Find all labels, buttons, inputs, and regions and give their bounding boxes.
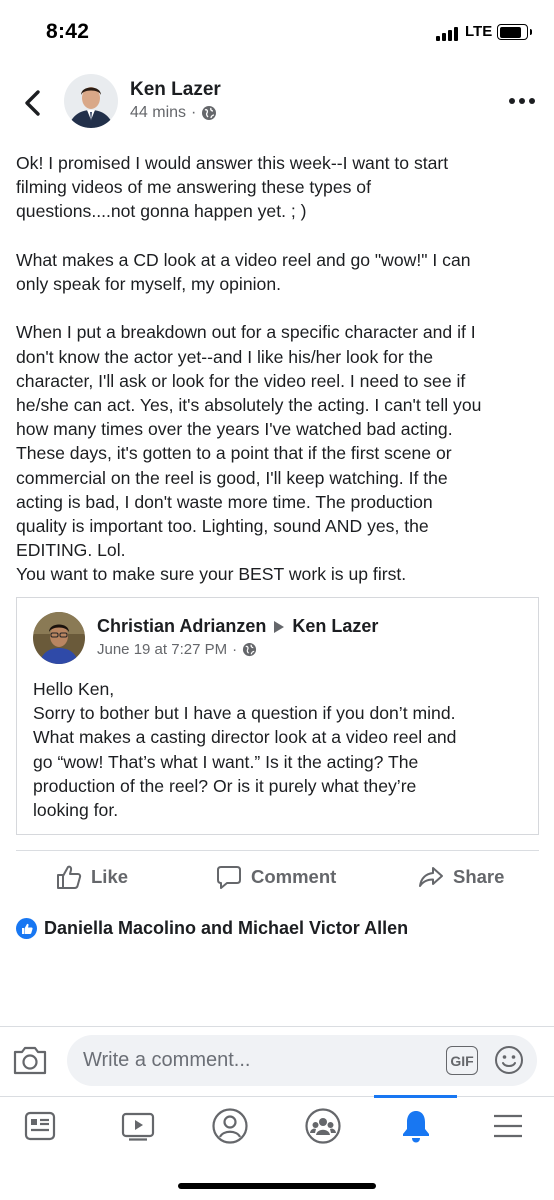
- meta-separator: ·: [232, 641, 238, 658]
- emoji-icon[interactable]: [494, 1045, 524, 1075]
- network-type: LTE: [465, 23, 493, 40]
- shared-post-body: Hello Ken, Sorry to bother but I have a q…: [33, 677, 456, 822]
- globe-icon: [202, 106, 217, 120]
- profile-icon: [212, 1108, 248, 1144]
- comment-input-container: GIF: [67, 1035, 537, 1086]
- shared-post-text-line: Hello Ken,: [33, 679, 115, 699]
- post-meta: 44 mins ·: [130, 104, 217, 122]
- share-arrow-icon: [419, 867, 443, 887]
- shared-post-text-line: production of the reel? Or is it purely …: [33, 775, 417, 796]
- post-text-line: When I put a breakdown out for a specifi…: [16, 322, 476, 343]
- like-label: Like: [91, 866, 129, 887]
- actions-divider: [16, 850, 539, 851]
- shared-post-date[interactable]: June 19 at 7:27 PM: [97, 641, 227, 658]
- globe-icon: [243, 642, 257, 657]
- thumbs-up-icon: [57, 865, 82, 889]
- news-feed-icon: [24, 1111, 56, 1141]
- post-text-line: character, I'll ask or look for the vide…: [16, 370, 466, 391]
- camera-icon[interactable]: [12, 1044, 48, 1076]
- menu-icon: [494, 1114, 522, 1138]
- shared-post-card[interactable]: Christian Adrianzen Ken Lazer June 19 at…: [16, 597, 539, 835]
- post-text-line: he/she can act. Yes, it's absolutely the…: [16, 395, 482, 415]
- post-text-line: What makes a CD look at a video reel and…: [16, 249, 471, 270]
- share-label: Share: [453, 866, 505, 887]
- shared-post-text-line: What makes a casting director look at a …: [33, 727, 457, 748]
- post-text-line: how many times over the years I've watch…: [16, 419, 453, 440]
- post-body: Ok! I promised I would answer this week-…: [16, 151, 540, 587]
- home-indicator: [178, 1183, 376, 1189]
- shared-post-text-line: looking for.: [33, 800, 119, 821]
- more-options-icon[interactable]: [509, 98, 535, 106]
- post-text-line: EDITING. Lol.: [16, 540, 126, 561]
- signal-strength-icon: [436, 25, 462, 41]
- post-text-line: don't know the actor yet--and I like his…: [16, 346, 434, 367]
- post-text-line: commercial on the reel is good, I'll kee…: [16, 467, 448, 488]
- tab-news-feed[interactable]: [20, 1106, 60, 1146]
- tab-menu[interactable]: [488, 1106, 528, 1146]
- post-text-line: acting is bad, I don't waste more time. …: [16, 491, 433, 512]
- author-name[interactable]: Ken Lazer: [130, 79, 221, 101]
- shared-post-header: Christian Adrianzen Ken Lazer: [97, 616, 378, 637]
- meta-separator: ·: [191, 104, 197, 121]
- tab-watch[interactable]: [118, 1106, 158, 1146]
- post-text-line: only speak for myself, my opinion.: [16, 274, 281, 294]
- tab-profile[interactable]: [210, 1106, 250, 1146]
- post-text-line: questions....not gonna happen yet. ; ): [16, 201, 307, 222]
- like-reaction-icon: [16, 918, 37, 939]
- tab-groups[interactable]: [303, 1106, 343, 1146]
- comment-label: Comment: [251, 866, 337, 887]
- post-time: 44 mins: [130, 104, 187, 121]
- like-button[interactable]: Like: [56, 860, 128, 894]
- battery-icon: [497, 24, 532, 40]
- active-tab-indicator: [374, 1095, 457, 1098]
- post-header: Ken Lazer 44 mins ·: [0, 70, 554, 134]
- status-bar: 8:42 LTE: [0, 0, 554, 64]
- share-button[interactable]: Share: [418, 860, 504, 894]
- arrow-right-icon: [274, 620, 285, 633]
- shared-target-name[interactable]: Ken Lazer: [292, 616, 378, 637]
- watch-icon: [121, 1112, 155, 1141]
- post-text-line: filming videos of me answering these typ…: [16, 177, 371, 198]
- reactions-summary[interactable]: Daniella Macolino and Michael Victor All…: [16, 918, 408, 939]
- shared-post-text-line: Sorry to bother but I have a question if…: [33, 703, 456, 724]
- gif-button[interactable]: GIF: [446, 1046, 478, 1075]
- shared-post-meta: June 19 at 7:27 PM ·: [97, 641, 257, 658]
- comment-bar-divider: [0, 1026, 554, 1027]
- notifications-icon: [403, 1111, 429, 1143]
- post-text-line: You want to make sure your BEST work is …: [16, 564, 407, 585]
- status-time: 8:42: [46, 20, 90, 43]
- reactions-text[interactable]: Daniella Macolino and Michael Victor All…: [44, 918, 408, 939]
- comment-button[interactable]: Comment: [216, 860, 336, 894]
- back-arrow-icon[interactable]: [20, 88, 46, 118]
- comment-input[interactable]: [83, 1035, 433, 1086]
- shared-author-name[interactable]: Christian Adrianzen: [97, 616, 266, 637]
- post-text-line: Ok! I promised I would answer this week-…: [16, 153, 449, 173]
- post-text-line: These days, it's gotten to a point that …: [16, 443, 452, 464]
- author-avatar[interactable]: [64, 74, 118, 128]
- shared-post-text-line: go “wow! That’s what I want.” Is it the …: [33, 751, 419, 772]
- comment-icon: [217, 866, 241, 889]
- tab-notifications[interactable]: [396, 1106, 436, 1146]
- groups-icon: [305, 1108, 341, 1144]
- tabbar-divider: [0, 1096, 554, 1097]
- shared-author-avatar[interactable]: [33, 612, 85, 664]
- post-text-line: quality is important too. Lighting, soun…: [16, 516, 429, 537]
